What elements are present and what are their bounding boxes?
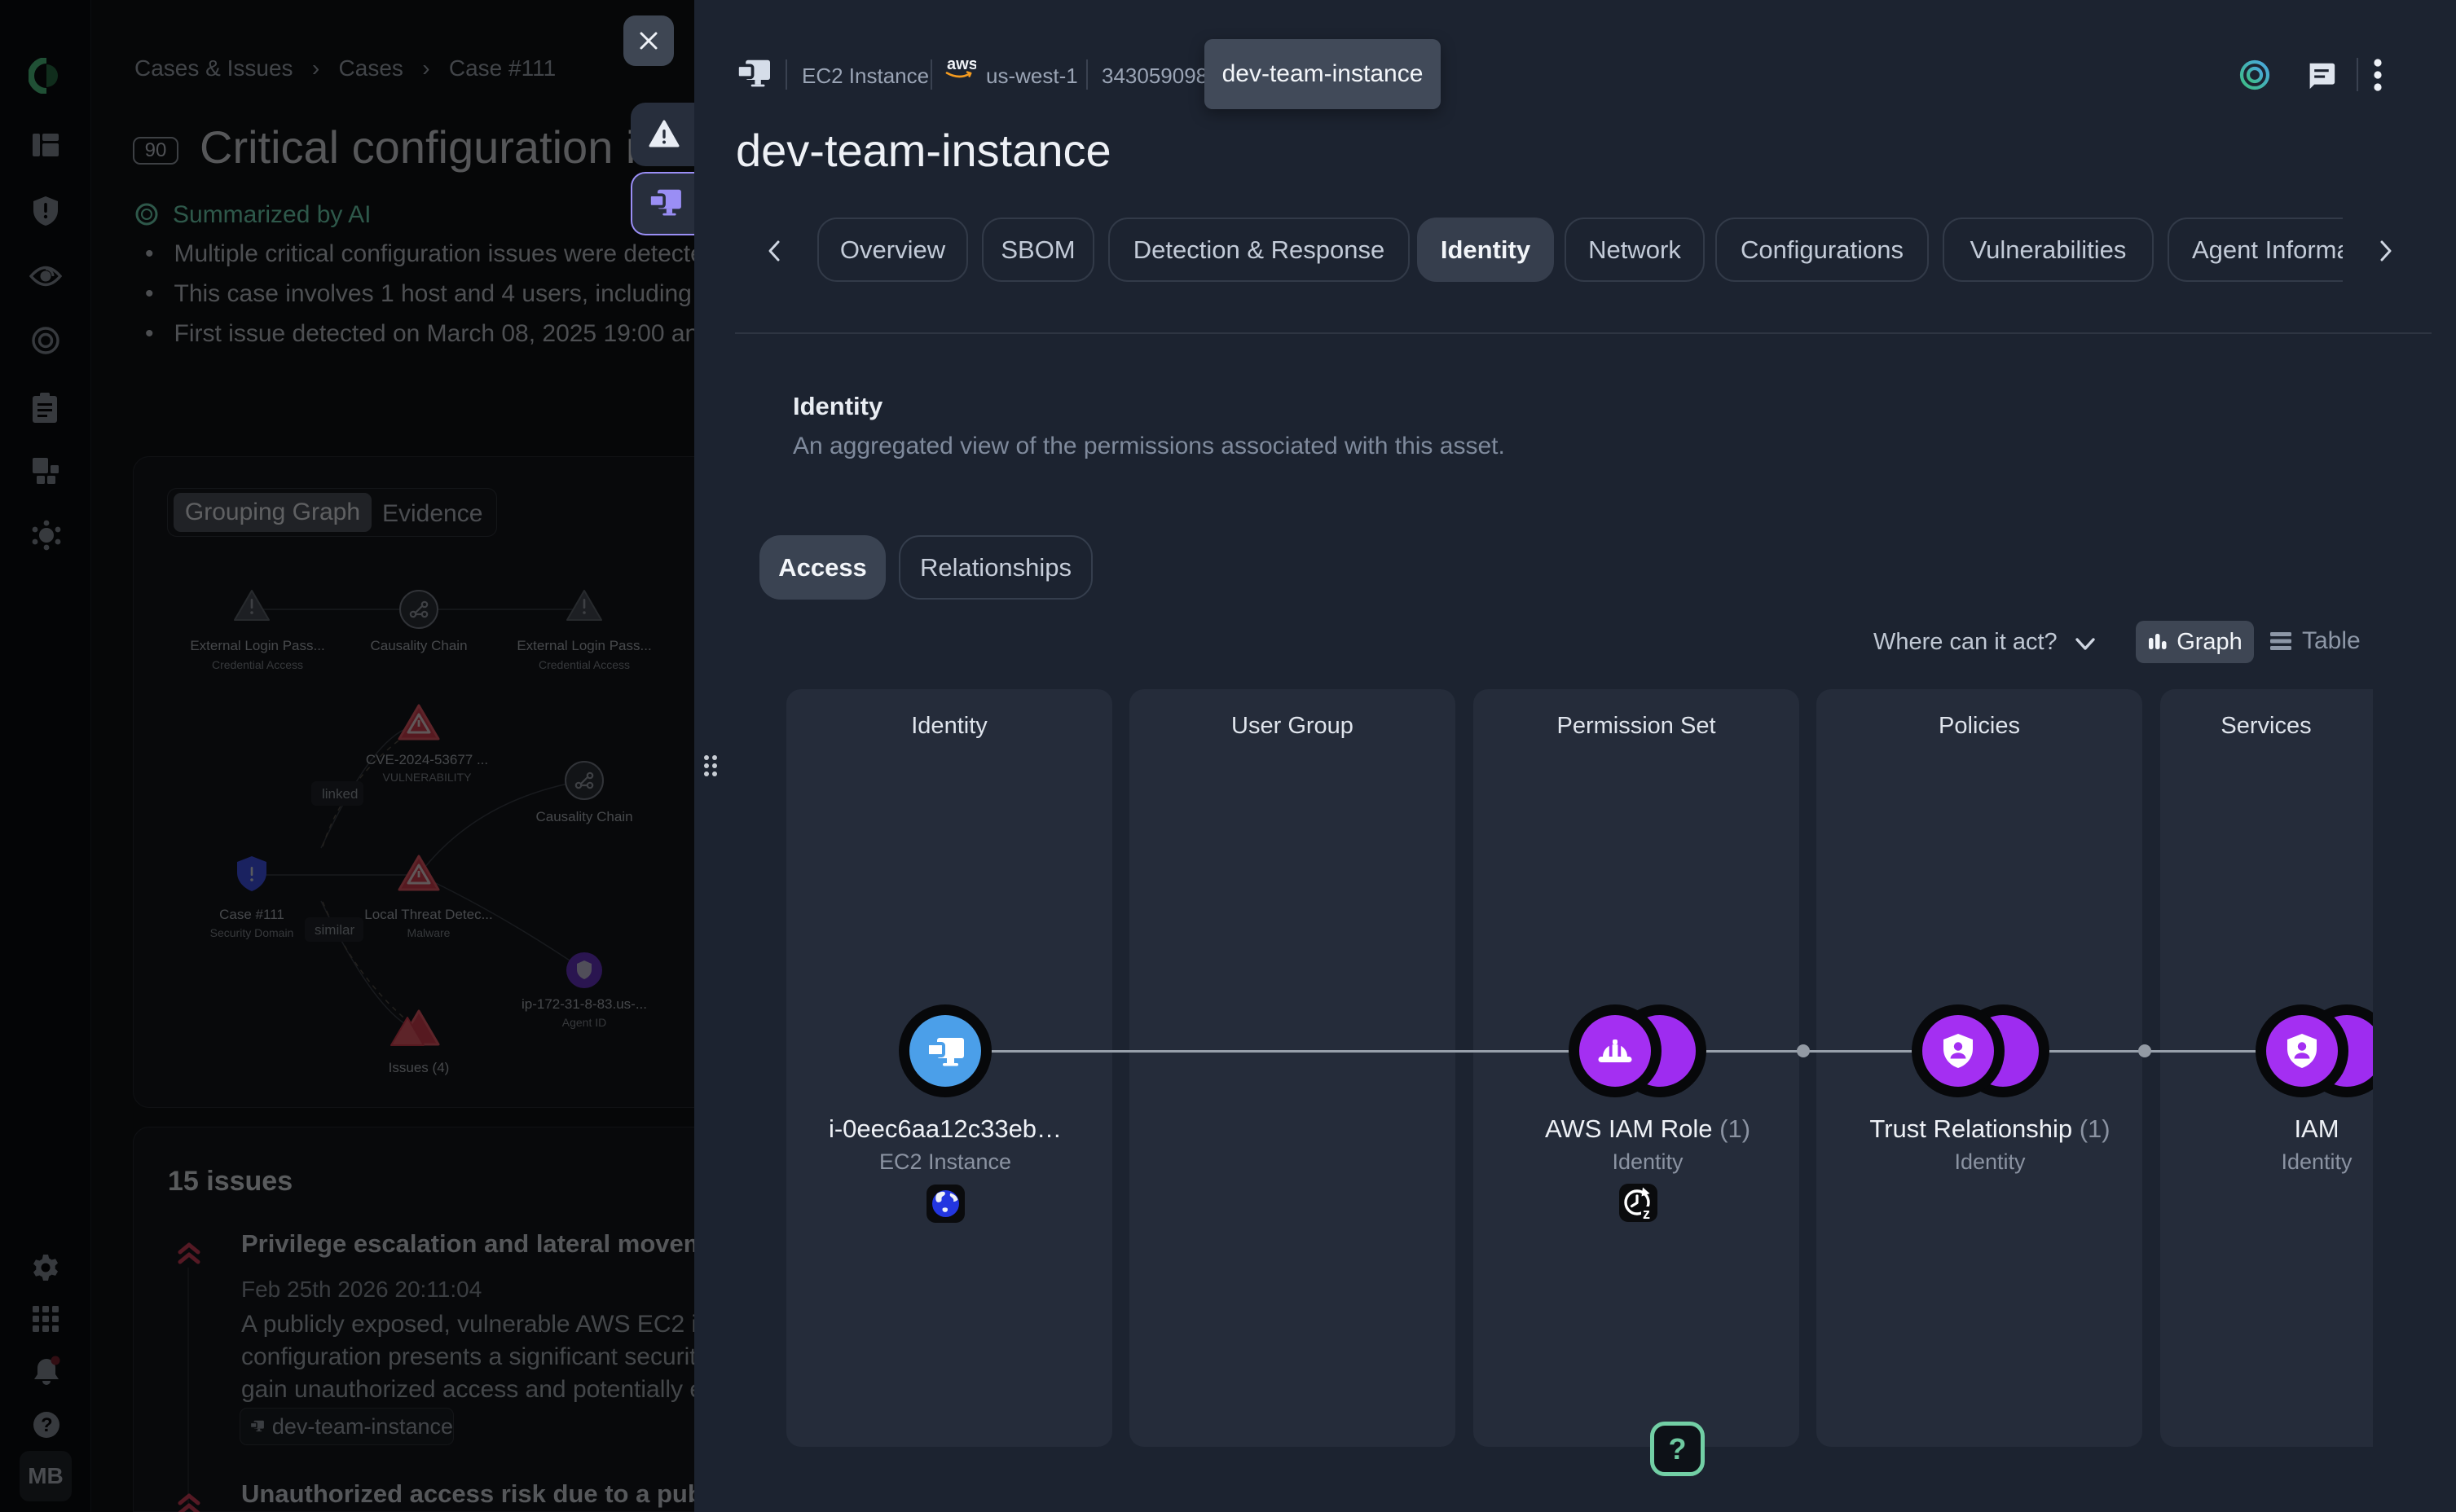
svg-text:z: z xyxy=(1643,1206,1650,1222)
svg-text:aws: aws xyxy=(947,55,976,73)
